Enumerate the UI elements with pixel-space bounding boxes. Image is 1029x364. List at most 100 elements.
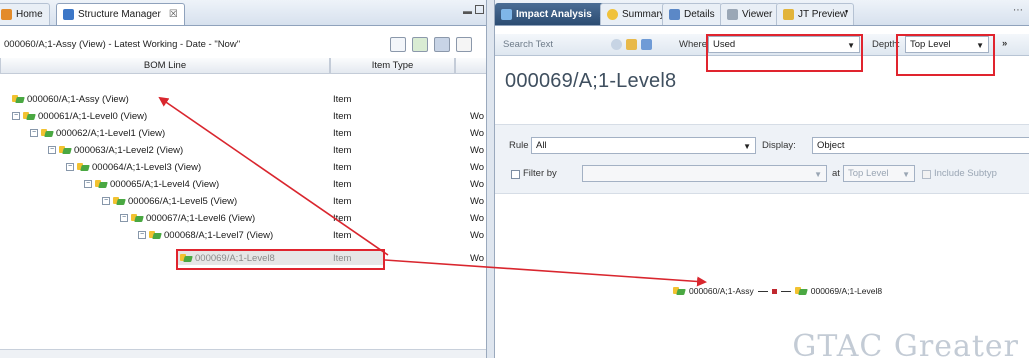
extra-cell: Wo — [470, 212, 485, 224]
collapse-icon[interactable]: − — [30, 129, 38, 137]
tab-jt-preview-label: JT Preview — [798, 9, 848, 20]
tab-structure-manager[interactable]: Structure Manager ☒ — [56, 3, 185, 25]
bom-node: − 000068/A;1-Level7 (View) — [138, 230, 273, 241]
item-type-cell: Item — [333, 144, 352, 156]
rule-label: Rule — [509, 140, 529, 151]
table-row[interactable]: − 000062/A;1-Level1 (View) Item Wo — [0, 126, 486, 140]
collapse-icon[interactable]: − — [138, 231, 146, 239]
pane-splitter[interactable] — [487, 0, 495, 358]
tab-jt-preview[interactable]: JT Preview — [776, 3, 855, 25]
filter-by-checkbox[interactable] — [511, 170, 520, 179]
item-revision-icon — [41, 128, 53, 138]
include-subtypes-checkbox[interactable] — [922, 170, 931, 179]
where-select[interactable]: Used ▼ — [708, 36, 860, 53]
bom-line-label: 000069/A;1-Level8 — [195, 252, 275, 264]
search-bar: Search Text Where: Used ▼ Depth: Top Lev… — [495, 34, 1029, 56]
bom-node: − 000062/A;1-Level1 (View) — [30, 128, 165, 139]
left-tab-strip: Home Structure Manager ☒ ▬ — [0, 0, 486, 26]
table-row[interactable]: − 000065/A;1-Level4 (View) Item Wo — [0, 177, 486, 191]
search-input[interactable]: Search Text — [503, 39, 553, 50]
at-select[interactable]: Top Level ▼ — [843, 165, 915, 182]
at-label: at — [832, 168, 840, 179]
item-revision-icon — [12, 94, 24, 104]
extra-column-header[interactable] — [455, 58, 486, 74]
tab-home[interactable]: Home — [0, 3, 50, 25]
tab-impact-analysis[interactable]: Impact Analysis x — [495, 3, 612, 25]
table-row[interactable]: 000060/A;1-Assy (View) Item — [0, 92, 486, 106]
grid-view-icon[interactable] — [412, 37, 428, 52]
where-value: Used — [713, 39, 736, 50]
collapse-icon[interactable]: − — [120, 214, 128, 222]
table-row[interactable]: − 000068/A;1-Level7 (View) Item Wo — [0, 228, 486, 242]
maximize-icon[interactable] — [475, 5, 484, 14]
table-row[interactable]: − 000064/A;1-Level3 (View) Item Wo — [0, 160, 486, 174]
table-row[interactable]: − 000067/A;1-Level6 (View) Item Wo — [0, 211, 486, 225]
tab-viewer[interactable]: Viewer — [720, 3, 780, 25]
item-type-cell: Item — [333, 195, 352, 207]
collapse-icon[interactable]: − — [84, 180, 92, 188]
bom-line-header[interactable]: BOM Line — [0, 58, 330, 74]
item-revision-icon — [794, 286, 807, 296]
more-options-icon[interactable]: » — [1002, 38, 1007, 49]
include-subtypes-label: Include Subtyp — [934, 168, 997, 179]
filter-by-input[interactable]: ▼ — [582, 165, 827, 182]
impact-analysis-pane: Impact Analysis x Summary Details Viewer… — [495, 0, 1029, 358]
view-menu-icon[interactable]: ⋯ — [1013, 5, 1023, 16]
collapse-icon[interactable]: − — [48, 146, 56, 154]
bom-line-label: 000063/A;1-Level2 (View) — [74, 144, 184, 156]
extra-cell: Wo — [470, 252, 485, 264]
item-type-cell: Item — [333, 127, 352, 139]
bom-table: BOM Line Item Type 000060/A;1-Assy (View… — [0, 58, 486, 358]
tab-overflow-icon[interactable]: ▪ — [845, 6, 848, 16]
impact-analysis-icon — [501, 8, 512, 20]
where-label: Where: — [679, 39, 710, 50]
collapse-icon[interactable]: − — [12, 112, 20, 120]
table-view-icon[interactable] — [434, 37, 450, 52]
display-select[interactable]: Object — [812, 137, 1029, 154]
tab-structure-manager-label: Structure Manager — [78, 9, 161, 20]
collapse-icon[interactable]: − — [66, 163, 74, 171]
rule-select[interactable]: All ▼ — [531, 137, 756, 154]
check-icon[interactable] — [456, 37, 472, 52]
item-type-cell: Item — [333, 178, 352, 190]
item-type-cell: Item — [333, 93, 352, 105]
bom-node: − 000064/A;1-Level3 (View) — [66, 162, 201, 173]
clear-search-icon[interactable] — [641, 39, 652, 50]
depth-select[interactable]: Top Level ▼ — [905, 36, 989, 53]
item-revision-icon — [59, 145, 71, 155]
tab-summary-label: Summary — [622, 9, 665, 20]
view-options-icon[interactable] — [390, 37, 406, 52]
extra-cell: Wo — [470, 195, 485, 207]
search-icon[interactable] — [611, 39, 622, 50]
close-tab-icon[interactable]: ☒ — [169, 9, 178, 20]
context-text: 000060/A;1-Assy (View) - Latest Working … — [4, 38, 241, 50]
search-options-icon[interactable] — [626, 39, 637, 50]
chevron-down-icon: ▼ — [902, 170, 910, 179]
rule-value: All — [536, 140, 547, 151]
summary-icon — [607, 9, 618, 20]
bom-line-label: 000066/A;1-Level5 (View) — [128, 195, 238, 207]
table-row-selected[interactable]: 000069/A;1-Level8 Item — [178, 251, 384, 265]
table-row[interactable]: − 000061/A;1-Level0 (View) Item Wo — [0, 109, 486, 123]
bom-line-label: 000067/A;1-Level6 (View) — [146, 212, 256, 224]
structure-manager-icon — [63, 9, 74, 20]
item-type-cell: Item — [333, 252, 352, 264]
depth-label: Depth: — [872, 39, 900, 50]
bom-node: − 000063/A;1-Level2 (View) — [48, 145, 183, 156]
item-type-header[interactable]: Item Type — [330, 58, 455, 74]
graph-edge — [780, 290, 791, 292]
table-row[interactable]: − 000063/A;1-Level2 (View) Item Wo — [0, 143, 486, 157]
jt-preview-icon — [783, 9, 794, 20]
horizontal-scrollbar[interactable] — [0, 349, 486, 358]
display-label: Display: — [762, 140, 796, 151]
minimize-icon[interactable]: ▬ — [463, 6, 472, 16]
graph-parent-node[interactable]: 000060/A;1-Assy — [689, 286, 754, 296]
graph-child-node[interactable]: 000069/A;1-Level8 — [811, 286, 882, 296]
table-row[interactable]: − 000066/A;1-Level5 (View) Item Wo — [0, 194, 486, 208]
item-revision-icon — [131, 213, 143, 223]
item-revision-icon — [673, 286, 685, 296]
collapse-icon[interactable]: − — [102, 197, 110, 205]
extra-cell: Wo — [470, 229, 485, 241]
tab-details[interactable]: Details — [662, 3, 722, 25]
item-revision-icon — [95, 179, 107, 189]
